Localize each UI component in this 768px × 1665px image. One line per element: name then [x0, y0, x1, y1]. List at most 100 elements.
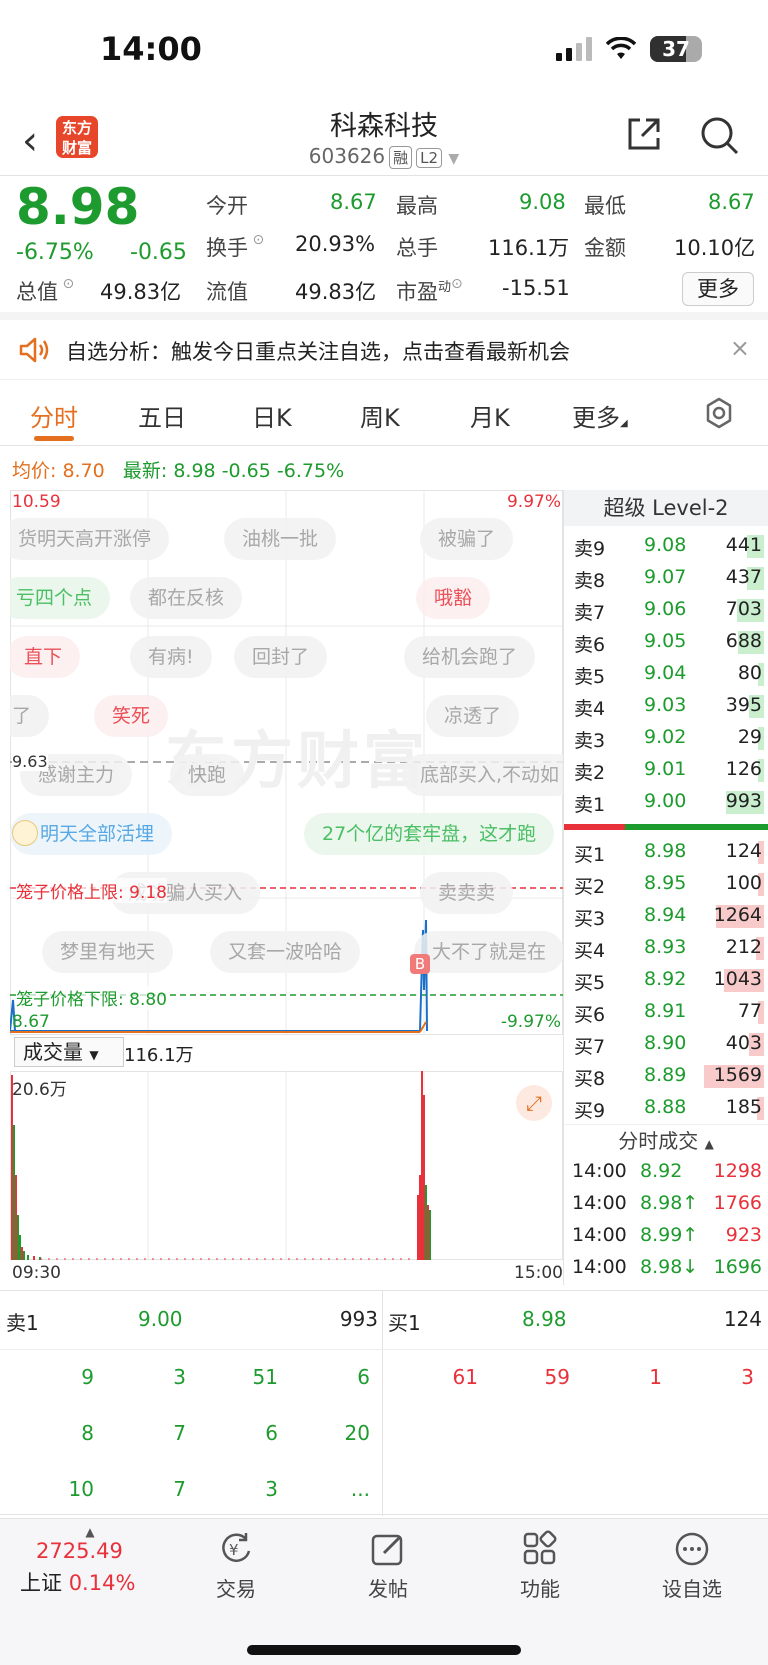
trade-time: 14:00: [572, 1224, 627, 1246]
info-icon[interactable]: ⊙: [58, 276, 74, 292]
info-icon[interactable]: ⊙: [451, 276, 463, 292]
stock-code: 603626: [308, 144, 386, 168]
cage-lower-label: 笼子价格下限: 8.80: [16, 985, 167, 1010]
danmaku-bubble: 凉透了: [426, 695, 520, 737]
level-volume: 126: [725, 758, 762, 780]
float-cap-label: 流值: [206, 280, 248, 304]
ask-row[interactable]: 卖4 9.03 395: [564, 690, 768, 722]
order-book: 超级 Level-2 卖9 9.08 441 卖8 9.07 437 卖7 9.06 703 卖6…: [563, 490, 768, 1285]
tab-weekly-k[interactable]: 周K: [360, 398, 400, 433]
gear-icon[interactable]: [702, 396, 736, 430]
bid-row[interactable]: 买3 8.94 1264: [564, 900, 768, 932]
bid-row[interactable]: 买8 8.89 1569: [564, 1060, 768, 1092]
ask-row[interactable]: 卖7 9.06 703: [564, 594, 768, 626]
trade-list: 14:00 8.92 1298 14:00 8.98↑ 1766 14:00 8.99↑ 923…: [564, 1156, 768, 1284]
info-icon[interactable]: ⊙: [248, 232, 264, 248]
tab-more[interactable]: 更多◢: [572, 398, 628, 433]
nav-functions[interactable]: 功能: [490, 1529, 590, 1602]
level-label: 买3: [574, 908, 606, 930]
level-label: 买9: [574, 1100, 606, 1122]
queue-ask-price: 9.00: [138, 1307, 183, 1331]
danmaku-bubble: 被骗了: [420, 518, 514, 560]
danmaku-bubble: 底部买入,不动如: [402, 754, 563, 796]
bid-row[interactable]: 买9 8.88 185: [564, 1092, 768, 1124]
queue-ask-order: 6: [265, 1421, 278, 1445]
tab-intraday[interactable]: 分时: [30, 398, 78, 433]
search-icon[interactable]: [698, 114, 740, 156]
level-volume: 124: [725, 840, 762, 862]
level-label: 买2: [574, 876, 606, 898]
intraday-chart[interactable]: 东方财富 货明天高开涨停 油桃一批 被骗了 亏四个点 都在反核 哦豁 直下 有病…: [10, 490, 563, 1035]
ask-row[interactable]: 卖9 9.08 441: [564, 530, 768, 562]
level-volume: 80: [737, 662, 762, 684]
level-label: 卖7: [574, 602, 606, 624]
bid-row[interactable]: 买7 8.90 403: [564, 1028, 768, 1060]
notice-banner[interactable]: 自选分析：触发今日重点关注自选，点击查看最新机会 ×: [0, 320, 768, 380]
ask-row[interactable]: 卖1 9.00 993: [564, 786, 768, 818]
volume-value: 116.1万: [488, 236, 570, 260]
ask-row[interactable]: 卖6 9.05 688: [564, 626, 768, 658]
nav-add-watchlist[interactable]: 设自选: [642, 1529, 742, 1602]
nav-post[interactable]: 发帖: [338, 1529, 438, 1602]
level-volume: 185: [725, 1096, 762, 1118]
danmaku-bubble: 给机会跑了: [404, 636, 536, 678]
chart-top-price: 10.59: [12, 492, 61, 512]
trade-volume: 1766: [713, 1192, 762, 1214]
queue-bid-order: 3: [741, 1365, 754, 1389]
tab-monthly-k[interactable]: 月K: [470, 398, 510, 433]
order-queue: 卖1 9.00 993 买1 8.98 124 9 3 51 6 8 7 6 20 10 7 3..…: [0, 1290, 768, 1516]
ask-row[interactable]: 卖2 9.01 126: [564, 754, 768, 786]
trade-price: 8.99↑: [640, 1224, 699, 1246]
level-price: 8.88: [644, 1096, 687, 1118]
trades-header[interactable]: 分时成交 ▲: [564, 1124, 768, 1156]
queue-bid-label: 买1: [388, 1311, 421, 1335]
ask-row[interactable]: 卖5 9.04 80: [564, 658, 768, 690]
indicator-select[interactable]: 成交量 ▼: [14, 1037, 124, 1067]
high-value: 9.08: [519, 190, 566, 214]
buy-marker[interactable]: B: [410, 954, 430, 974]
bid-row[interactable]: 买5 8.92 1043: [564, 964, 768, 996]
trade-icon: ¥: [222, 1533, 251, 1562]
level-price: 9.03: [644, 694, 687, 716]
level-label: 卖5: [574, 666, 606, 688]
danmaku-bubble: 亏四个点: [10, 577, 111, 619]
more-button[interactable]: 更多: [682, 272, 754, 306]
avatar: [12, 820, 38, 846]
tab-five-day[interactable]: 五日: [138, 398, 186, 433]
queue-ask-order: 3: [173, 1365, 186, 1389]
level-price: 8.92: [644, 968, 687, 990]
amount-value: 10.10亿: [674, 236, 756, 260]
level-label: 买8: [574, 1068, 606, 1090]
nav-trade[interactable]: ¥ 交易: [186, 1529, 286, 1602]
ask-row[interactable]: 卖8 9.07 437: [564, 562, 768, 594]
danmaku-bubble: 货明天高开涨停: [10, 518, 170, 560]
home-indicator: [247, 1645, 521, 1655]
index-widget[interactable]: ▲ 2725.49 上证 0.14%: [20, 1525, 160, 1597]
bid-row[interactable]: 买6 8.91 77: [564, 996, 768, 1028]
cellular-signal-icon: [556, 37, 592, 61]
share-icon[interactable]: [624, 114, 664, 154]
tab-indicator: [34, 436, 74, 441]
level-volume: 77: [737, 1000, 762, 1022]
close-icon[interactable]: ×: [730, 334, 750, 362]
trade-time: 14:00: [572, 1256, 627, 1278]
chart-prev-close: 9.63: [12, 752, 48, 771]
bid-row[interactable]: 买2 8.95 100: [564, 868, 768, 900]
ask-row[interactable]: 卖3 9.02 29: [564, 722, 768, 754]
level-volume: 1043: [713, 968, 762, 990]
bid-row[interactable]: 买1 8.98 124: [564, 836, 768, 868]
trade-volume: 1696: [713, 1256, 762, 1278]
expand-icon[interactable]: ⤢: [516, 1085, 552, 1121]
danmaku-bubble: 回封了: [234, 636, 328, 678]
bid-row[interactable]: 买4 8.93 212: [564, 932, 768, 964]
level-price: 9.00: [644, 790, 687, 812]
level-price: 8.95: [644, 872, 687, 894]
level-volume: 212: [725, 936, 762, 958]
danmaku-bubble: 油桃一批: [224, 518, 337, 560]
volume-chart[interactable]: 成交量 ▼ 116.1万 20.6万 09:30 15:00 ⤢: [10, 1035, 563, 1285]
tab-daily-k[interactable]: 日K: [252, 398, 292, 433]
level-label: 买5: [574, 972, 606, 994]
notice-text: 自选分析：触发今日重点关注自选，点击查看最新机会: [66, 340, 570, 364]
volume-max: 20.6万: [12, 1080, 67, 1100]
level-label: 卖3: [574, 730, 606, 752]
